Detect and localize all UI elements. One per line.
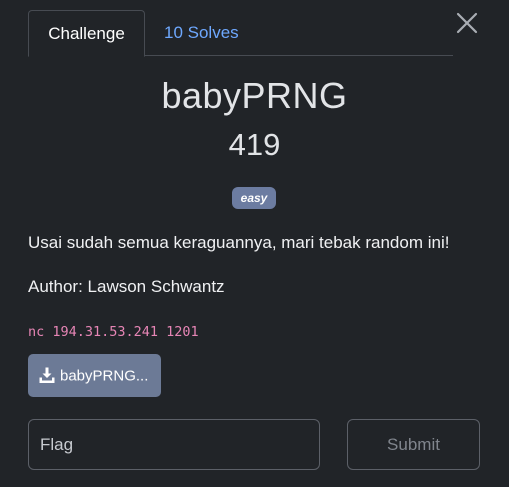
flag-input[interactable] bbox=[28, 419, 320, 470]
tab-solves[interactable]: 10 Solves bbox=[164, 10, 239, 56]
download-file-label: babyPRNG... bbox=[60, 367, 149, 385]
close-button[interactable] bbox=[454, 10, 480, 36]
tab-challenge[interactable]: Challenge bbox=[28, 10, 145, 57]
difficulty-badge: easy bbox=[232, 187, 276, 209]
challenge-modal: Challenge 10 Solves babyPRNG 419 easy Us… bbox=[0, 0, 509, 487]
close-icon bbox=[456, 12, 478, 34]
challenge-description: Usai sudah semua keraguannya, mari tebak… bbox=[28, 233, 450, 252]
challenge-points: 419 bbox=[228, 127, 281, 162]
connection-command: nc 194.31.53.241 1201 bbox=[28, 324, 199, 340]
download-icon bbox=[39, 367, 55, 383]
download-file-button[interactable]: babyPRNG... bbox=[28, 354, 161, 397]
tab-bar: Challenge 10 Solves bbox=[28, 10, 453, 57]
submit-button[interactable]: Submit bbox=[347, 419, 480, 470]
challenge-title: babyPRNG bbox=[161, 75, 348, 116]
challenge-author: Author: Lawson Schwantz bbox=[28, 277, 225, 296]
